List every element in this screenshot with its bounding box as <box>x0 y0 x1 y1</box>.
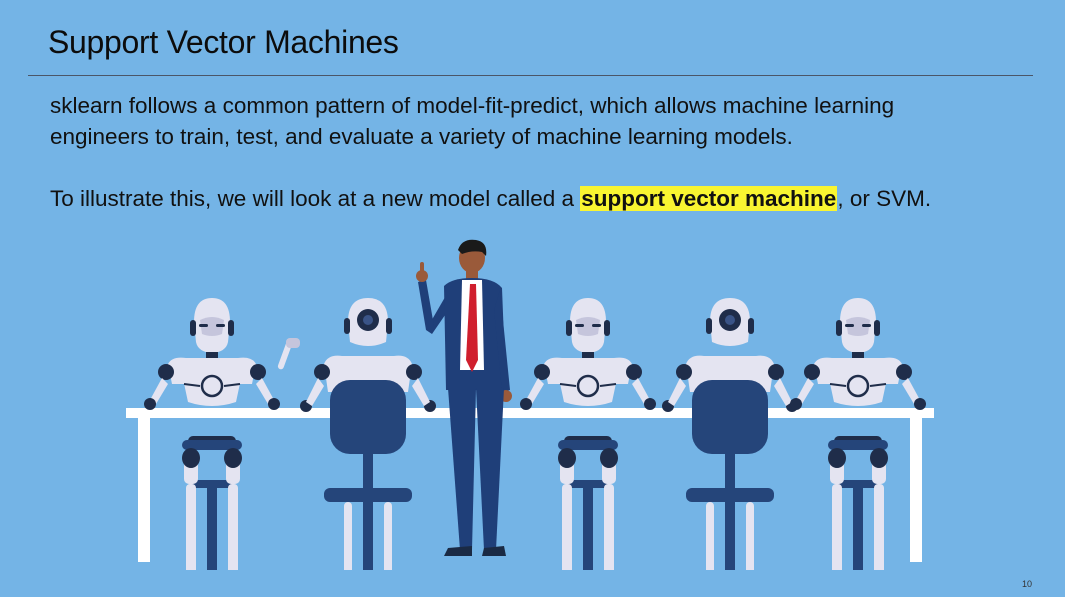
svm-paragraph: To illustrate this, we will look at a ne… <box>50 183 931 214</box>
intro-line-1: sklearn follows a common pattern of mode… <box>50 93 895 118</box>
robot-5 <box>788 296 928 570</box>
intro-line-2: engineers to train, test, and evaluate a… <box>50 124 793 149</box>
svm-text-before: To illustrate this, we will look at a ne… <box>50 186 581 211</box>
robots-meeting-illustration <box>126 239 934 570</box>
table-leg-left <box>138 418 150 562</box>
page-number: 10 <box>1021 579 1032 589</box>
robot-4 <box>662 298 798 570</box>
robot-2 <box>300 298 436 570</box>
title-divider <box>28 75 1033 76</box>
slide: Support Vector Machines sklearn follows … <box>0 0 1065 597</box>
svm-highlight: support vector machine <box>580 186 838 211</box>
svm-text-after: , or SVM. <box>837 186 932 211</box>
robot-1 <box>142 296 300 570</box>
table-leg-right <box>910 418 922 562</box>
businessman <box>416 239 512 556</box>
intro-paragraph: sklearn follows a common pattern of mode… <box>50 90 894 152</box>
table-top <box>126 408 934 418</box>
robot-3 <box>518 296 658 570</box>
slide-title: Support Vector Machines <box>48 24 399 60</box>
